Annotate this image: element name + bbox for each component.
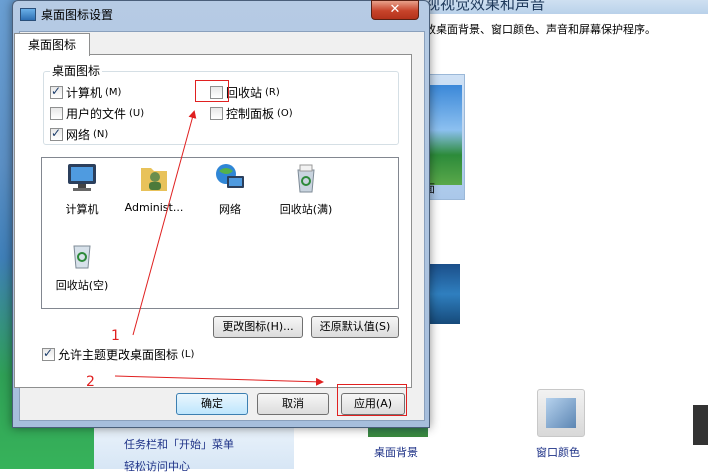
checkbox-accel: (U) bbox=[129, 108, 145, 119]
checkbox-computer[interactable]: 计算机(M) bbox=[50, 84, 121, 101]
window-color-swatch bbox=[546, 398, 576, 428]
checkbox-allow-themes[interactable]: 允许主题更改桌面图标(L) bbox=[42, 346, 194, 363]
checkbox-label: 网络 bbox=[66, 128, 91, 142]
theme-thumbnail bbox=[426, 85, 462, 185]
icon-list[interactable]: 计算机 Administ... 网络 回收站(满) 回收站(空) bbox=[41, 157, 399, 309]
annotation-step-2: 2 bbox=[86, 374, 95, 390]
icon-label: 网络 bbox=[219, 203, 241, 216]
cancel-button[interactable]: 取消 bbox=[257, 393, 329, 415]
annotation-box-recycle-bin bbox=[195, 80, 229, 102]
checkbox-label: 用户的文件 bbox=[66, 107, 127, 121]
annotation-box-apply bbox=[337, 384, 407, 416]
personalization-heading: 视视觉效果和声音 bbox=[425, 0, 546, 13]
sounds-tile[interactable] bbox=[693, 405, 708, 445]
checkbox-label: 回收站 bbox=[226, 86, 263, 100]
icon-label: Administ... bbox=[124, 201, 184, 214]
checkbox-accel: (N) bbox=[93, 129, 109, 140]
close-button[interactable]: ✕ bbox=[371, 0, 419, 20]
checkbox-accel: (L) bbox=[181, 349, 195, 360]
icon-item-recycle-bin-empty[interactable]: 回收站(空) bbox=[42, 238, 122, 293]
checkbox-box[interactable] bbox=[50, 107, 63, 120]
computer-icon bbox=[68, 164, 96, 191]
checkbox-network[interactable]: 网络(N) bbox=[50, 126, 108, 143]
annotation-step-1: 1 bbox=[111, 328, 120, 344]
tab-desktop-icons[interactable]: 桌面图标 bbox=[14, 33, 90, 56]
checkbox-box[interactable] bbox=[50, 84, 63, 99]
change-icon-button[interactable]: 更改图标(H)... bbox=[213, 316, 303, 338]
recycle-bin-empty-icon bbox=[73, 245, 91, 269]
window-color-tile[interactable] bbox=[537, 389, 585, 437]
ok-button[interactable]: 确定 bbox=[176, 393, 248, 415]
checkbox-box[interactable] bbox=[210, 107, 223, 120]
checkbox-label: 允许主题更改桌面图标 bbox=[58, 348, 179, 362]
icon-item-network[interactable]: 网络 bbox=[190, 162, 270, 217]
ease-of-access-link[interactable]: 轻松访问中心 bbox=[124, 458, 190, 474]
icon-label: 计算机 bbox=[65, 203, 99, 216]
restore-default-button[interactable]: 还原默认值(S) bbox=[311, 316, 399, 338]
taskbar-start-menu-link[interactable]: 任务栏和「开始」菜单 bbox=[124, 436, 234, 452]
icon-item-user-folder[interactable]: Administ... bbox=[114, 162, 194, 214]
checkbox-label: 控制面板 bbox=[226, 107, 275, 121]
window-color-label[interactable]: 窗口颜色 bbox=[536, 444, 580, 460]
recycle-bin-full-icon bbox=[297, 164, 315, 193]
desktop-background-label[interactable]: 桌面背景 bbox=[374, 444, 418, 460]
checkbox-user-files[interactable]: 用户的文件 (U) bbox=[50, 105, 144, 122]
dialog-app-icon bbox=[20, 8, 36, 21]
personalization-description: 改桌面背景、窗口颜色、声音和屏幕保护程序。 bbox=[425, 23, 656, 36]
checkbox-box[interactable] bbox=[50, 126, 63, 141]
icon-label: 回收站(满) bbox=[279, 203, 333, 216]
icon-item-computer[interactable]: 计算机 bbox=[42, 162, 122, 217]
checkbox-label: 计算机 bbox=[66, 86, 103, 100]
checkbox-accel: (M) bbox=[105, 87, 122, 98]
user-folder-icon bbox=[141, 168, 167, 191]
checkbox-accel: (O) bbox=[277, 108, 293, 119]
icon-item-recycle-bin-full[interactable]: 回收站(满) bbox=[266, 162, 346, 217]
dialog-title: 桌面图标设置 bbox=[41, 8, 114, 22]
group-title: 桌面图标 bbox=[50, 62, 103, 79]
checkbox-control-panel[interactable]: 控制面板 (O) bbox=[210, 105, 293, 122]
icon-label: 回收站(空) bbox=[55, 279, 109, 292]
checkbox-box[interactable] bbox=[42, 346, 55, 361]
network-icon bbox=[216, 164, 244, 188]
checkbox-accel: (R) bbox=[265, 87, 280, 98]
